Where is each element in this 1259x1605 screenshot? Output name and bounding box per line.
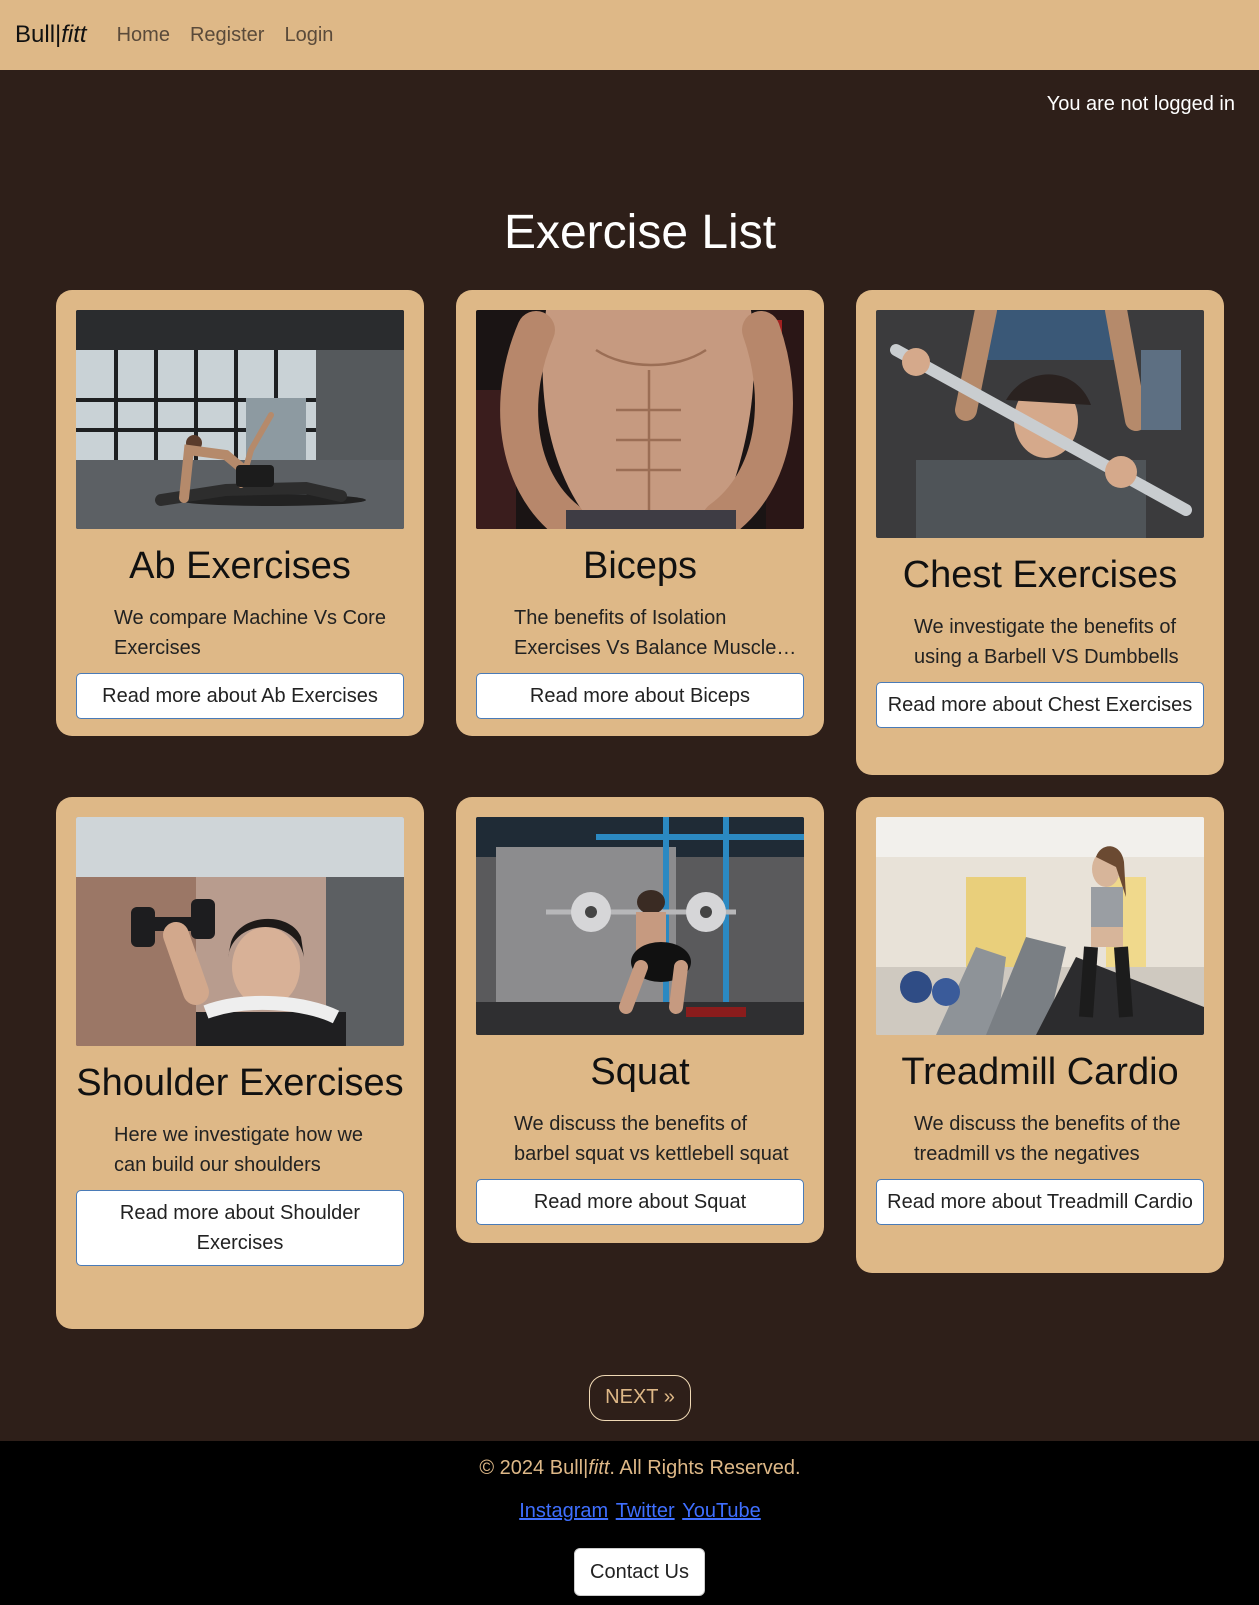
read-more-button[interactable]: Read more about Squat bbox=[476, 1179, 804, 1225]
card-description: We discuss the benefits of the treadmill… bbox=[914, 1113, 1181, 1165]
exercise-card: Chest Exercises We investigate the benef… bbox=[856, 290, 1224, 775]
card-description: We discuss the benefits of barbel squat … bbox=[514, 1113, 789, 1165]
barbell-squat-photo bbox=[476, 817, 804, 1035]
read-more-button[interactable]: Read more about Treadmill Cardio bbox=[876, 1179, 1204, 1225]
read-more-button[interactable]: Read more about Chest Exercises bbox=[876, 682, 1204, 728]
nav-link-login[interactable]: Login bbox=[284, 24, 333, 47]
exercise-card: Squat We discuss the benefits of barbel … bbox=[456, 797, 824, 1243]
copyright: © 2024 Bull|fitt. All Rights Reserved. bbox=[0, 1457, 1259, 1480]
copyright-suffix: . All Rights Reserved. bbox=[609, 1457, 801, 1479]
copyright-brand-italic: fitt bbox=[588, 1457, 610, 1479]
nav-link-register[interactable]: Register bbox=[190, 24, 264, 47]
exercise-card: Biceps The benefits of Isolation Exercis… bbox=[456, 290, 824, 736]
read-more-button[interactable]: Read more about Biceps bbox=[476, 673, 804, 719]
treadmill-photo bbox=[876, 817, 1204, 1035]
card-title: Biceps bbox=[582, 545, 698, 587]
torso-muscles-photo bbox=[476, 310, 804, 529]
card-title: Shoulder Exercises bbox=[76, 1062, 404, 1104]
dumbbell-press-photo bbox=[76, 817, 404, 1046]
exercise-card: Treadmill Cardio We discuss the benefits… bbox=[856, 797, 1224, 1273]
card-description: We compare Machine Vs Core Exercises bbox=[114, 607, 386, 659]
brand-logo[interactable]: Bull| fitt bbox=[15, 21, 87, 49]
nav-link-home[interactable]: Home bbox=[117, 24, 170, 47]
youtube-link[interactable]: YouTube bbox=[682, 1500, 761, 1522]
card-title: Chest Exercises bbox=[902, 554, 1178, 596]
card-description: Here we investigate how we can build our… bbox=[114, 1124, 364, 1176]
copyright-prefix: © 2024 Bull| bbox=[479, 1457, 589, 1479]
card-title: Treadmill Cardio bbox=[901, 1051, 1179, 1093]
read-more-button[interactable]: Read more about Ab Exercises bbox=[76, 673, 404, 719]
twitter-link[interactable]: Twitter bbox=[616, 1500, 675, 1522]
card-title: Ab Exercises bbox=[129, 545, 351, 587]
read-more-button[interactable]: Read more about Shoulder Exercises bbox=[76, 1190, 404, 1266]
next-page-button[interactable]: NEXT » bbox=[589, 1375, 691, 1421]
social-links: Instagram Twitter YouTube bbox=[0, 1500, 1259, 1523]
card-description: We investigate the benefits of using a B… bbox=[914, 616, 1179, 668]
instagram-link[interactable]: Instagram bbox=[519, 1500, 608, 1522]
nav-links: Home Register Login bbox=[117, 24, 354, 47]
side-plank-photo bbox=[76, 310, 404, 529]
login-status: You are not logged in bbox=[1046, 93, 1235, 115]
navbar: Bull| fitt Home Register Login bbox=[0, 0, 1259, 70]
brand-italic: fitt bbox=[61, 21, 87, 48]
card-title: Squat bbox=[590, 1051, 690, 1093]
bench-press-photo bbox=[876, 310, 1204, 538]
page-title: Exercise List bbox=[503, 206, 777, 259]
exercise-card: Shoulder Exercises Here we investigate h… bbox=[56, 797, 424, 1329]
footer: © 2024 Bull|fitt. All Rights Reserved. I… bbox=[0, 1441, 1259, 1605]
exercise-card: Ab Exercises We compare Machine Vs Core … bbox=[56, 290, 424, 736]
brand-main: Bull| bbox=[15, 21, 62, 48]
contact-us-button[interactable]: Contact Us bbox=[574, 1548, 705, 1596]
card-description: The benefits of Isolation Exercises Vs B… bbox=[514, 607, 777, 659]
